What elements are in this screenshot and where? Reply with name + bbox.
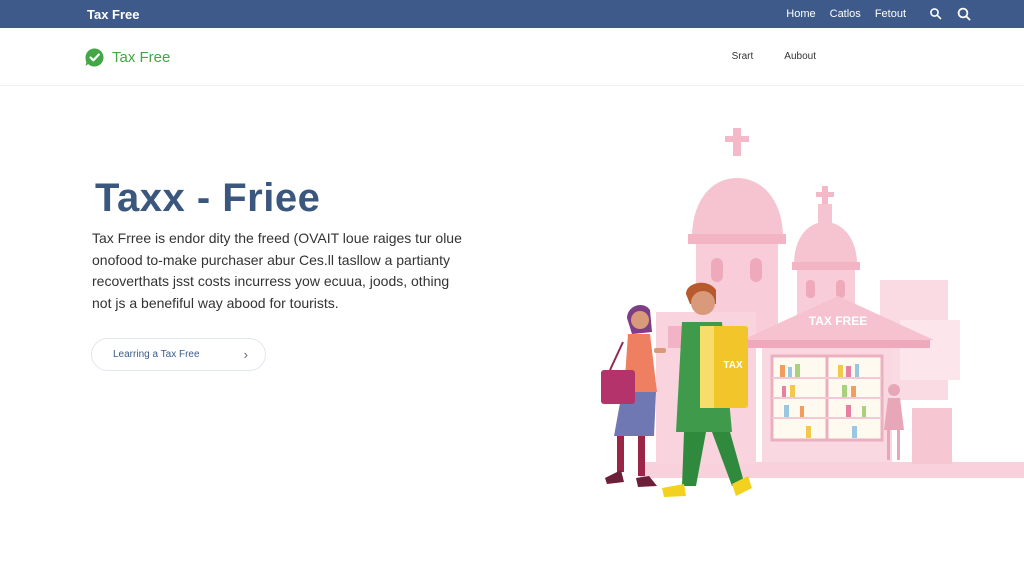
topbar-nav-catlos[interactable]: Catlos — [830, 8, 861, 20]
hero-title: Taxx - Friee — [95, 176, 321, 220]
hero-description-line: onofood to-make purchaser abur Ces.ll ta… — [92, 251, 450, 268]
header-nav: Srart Aubout — [732, 51, 816, 62]
building-window — [668, 326, 682, 348]
hero-description-line: recoverthats jsst costs incurress yow ec… — [92, 273, 450, 289]
hero-description-line: Tax Frree is endor dity the freed (OVAIT… — [92, 230, 462, 246]
topbar-nav-fetout[interactable]: Fetout — [875, 8, 906, 20]
tax-free-shopping-illustration: TAX FREE TAX — [601, 128, 1024, 497]
chevron-right-icon: › — [243, 347, 248, 362]
bag-label: TAX — [723, 360, 743, 371]
shop-sign: TAX FREE — [809, 314, 867, 328]
top-bar: Tax Free Home Catlos Fetout — [0, 0, 1024, 28]
learn-tax-free-button[interactable]: Learring a Tax Free › — [91, 338, 266, 371]
topbar-nav: Home Catlos Fetout — [786, 8, 906, 20]
cta-label: Learring a Tax Free — [113, 349, 200, 360]
logo-text: Tax Free — [112, 49, 171, 66]
logo[interactable]: Tax Free — [84, 47, 170, 68]
small-building — [912, 408, 952, 464]
nav-aubout[interactable]: Aubout — [784, 51, 816, 62]
search-icon[interactable] — [929, 7, 943, 21]
site-header: Tax Free Srart Aubout — [0, 28, 1024, 86]
search-icon-secondary[interactable] — [957, 7, 971, 21]
nav-srart[interactable]: Srart — [732, 51, 754, 62]
hero-description-line: not js a benefiful way abood for tourist… — [92, 294, 339, 311]
topbar-brand[interactable]: Tax Free — [87, 7, 140, 22]
check-leaf-icon — [85, 48, 104, 67]
topbar-nav-home[interactable]: Home — [786, 8, 815, 20]
hero-description: Tax Frree is endor dity the freed (OVAIT… — [92, 228, 512, 314]
